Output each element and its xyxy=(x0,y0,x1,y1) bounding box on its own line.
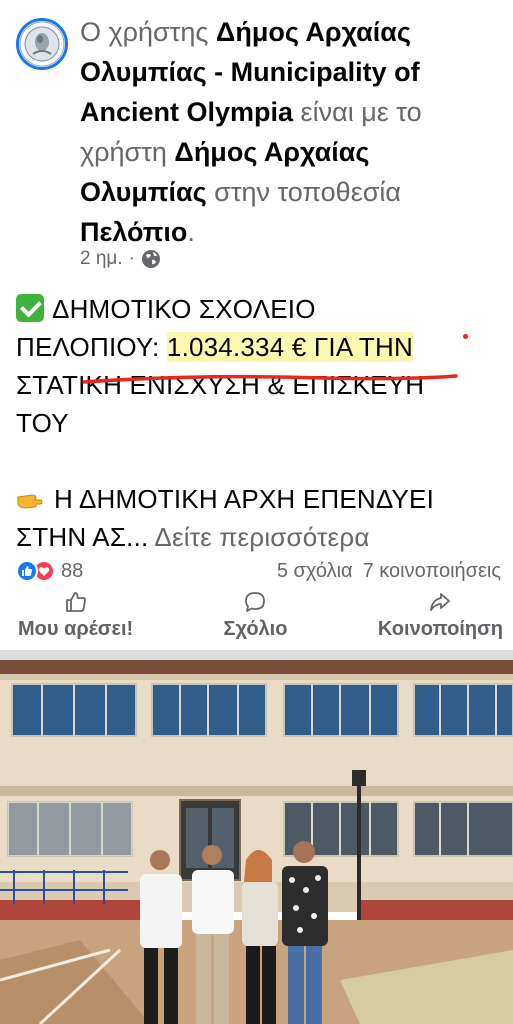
post-line-2a-text: ΠΕΛΟΠΙΟΥ: xyxy=(16,332,167,362)
reaction-bar: 88 5 σχόλια 7 κοινοποιήσεις xyxy=(16,556,501,586)
thumbs-up-icon xyxy=(65,592,86,612)
pointing-hand-icon xyxy=(16,480,44,518)
upper-windows xyxy=(11,683,513,737)
post-line-2: ΠΕΛΟΠΙΟΥ: 1.034.334 € ΓΙΑ ΤΗΝ xyxy=(16,328,506,366)
post-line-4: ΤΟΥ xyxy=(16,404,506,442)
post-line-6-text: ΣΤΗΝ ΑΣ... xyxy=(16,522,149,552)
post-line-5-text: Η ΔΗΜΟΤΙΚΗ ΑΡΧΗ ΕΠΕΝΔΥΕΙ xyxy=(54,484,435,514)
share-button[interactable]: Κοινοποίηση xyxy=(378,590,503,650)
comment-label: Σχόλιο xyxy=(223,618,288,640)
post-photo[interactable] xyxy=(0,650,513,1024)
share-count[interactable]: 7 κοινοποιήσεις xyxy=(363,560,501,583)
school-building-photo xyxy=(0,650,513,1024)
post-body: ΔΗΜΟΤΙΚΟ ΣΧΟΛΕΙΟ ΠΕΛΟΠΙΟΥ: 1.034.334 € Γ… xyxy=(16,290,506,556)
post-headline: Ο χρήστης Δήμος Αρχαίας Ολυμπίας - Munic… xyxy=(80,12,500,252)
like-reaction-icon xyxy=(16,560,38,582)
headline-location-text: στην τοποθεσία xyxy=(206,177,402,207)
post-meta: 2 ημ. · xyxy=(80,248,161,270)
post-line-1: ΔΗΜΟΤΙΚΟ ΣΧΟΛΕΙΟ xyxy=(16,290,506,328)
post-actions: Μου αρέσει! Σχόλιο Κοινοποίηση xyxy=(0,590,513,650)
red-dot-mark xyxy=(463,334,468,339)
like-label: Μου αρέσει! xyxy=(18,618,134,640)
comment-count[interactable]: 5 σχόλια xyxy=(277,560,353,583)
post-time[interactable]: 2 ημ. xyxy=(80,248,123,270)
comment-button[interactable]: Σχόλιο xyxy=(223,590,288,650)
see-more-link[interactable]: Δείτε περισσότερα xyxy=(154,522,369,552)
meta-separator: · xyxy=(128,248,135,269)
post-line-1-text: ΔΗΜΟΤΙΚΟ ΣΧΟΛΕΙΟ xyxy=(52,294,316,324)
comment-bubble-icon xyxy=(245,592,266,612)
post-line-5: Η ΔΗΜΟΤΙΚΗ ΑΡΧΗ ΕΠΕΝΔΥΕΙ xyxy=(16,480,506,518)
red-underline-mark xyxy=(82,374,458,384)
globe-icon xyxy=(141,250,160,268)
location-link[interactable]: Πελόπιο xyxy=(80,217,187,247)
reaction-count[interactable]: 88 xyxy=(61,560,83,583)
post-header: Ο χρήστης Δήμος Αρχαίας Ολυμπίας - Munic… xyxy=(0,0,513,290)
headline-prefix: Ο χρήστης xyxy=(80,17,216,47)
post-line-6: ΣΤΗΝ ΑΣ... Δείτε περισσότερα xyxy=(16,518,506,556)
share-arrow-icon xyxy=(430,593,451,611)
engagement-stats: 5 σχόλια 7 κοινοποιήσεις xyxy=(277,560,501,583)
page-avatar[interactable] xyxy=(16,18,68,70)
check-mark-icon xyxy=(16,294,44,322)
municipality-seal-icon xyxy=(19,21,65,67)
highlighted-amount: 1.034.334 € ΓΙΑ ΤΗΝ xyxy=(166,332,413,362)
like-button[interactable]: Μου αρέσει! xyxy=(18,590,133,650)
share-label: Κοινοποίηση xyxy=(377,618,503,640)
reaction-icons[interactable] xyxy=(16,560,55,582)
post-line-4-text: ΤΟΥ xyxy=(16,408,69,438)
headline-period: . xyxy=(187,217,195,247)
